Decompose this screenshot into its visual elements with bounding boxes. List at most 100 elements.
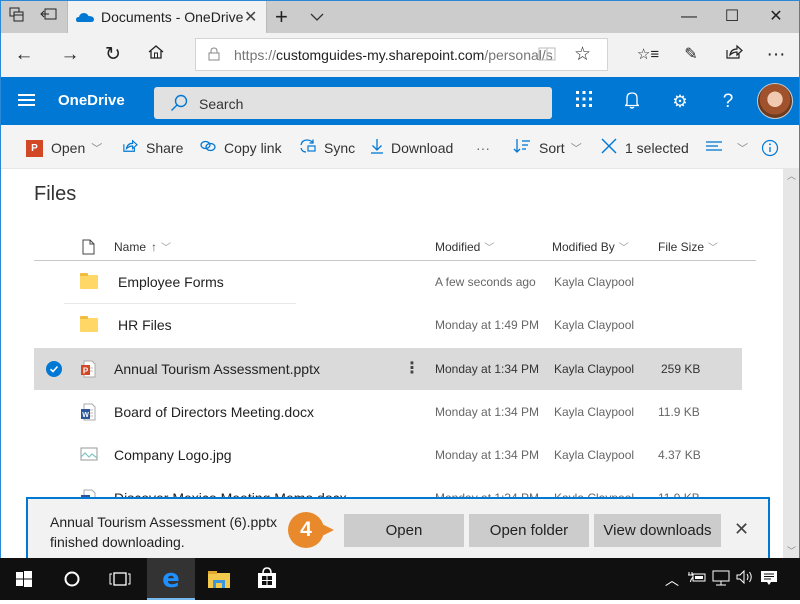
clear-selection-command[interactable]: 1 selected: [601, 138, 689, 158]
step-number: 4: [288, 512, 324, 548]
microsoft-store-icon[interactable]: [243, 558, 291, 600]
settings-gear-icon[interactable]: ⚙: [669, 91, 691, 113]
chevron-down-icon: ﹀: [708, 243, 719, 254]
lock-icon: [208, 47, 220, 61]
more-commands-icon[interactable]: ···: [476, 138, 490, 158]
file-name[interactable]: HR Files: [118, 317, 172, 333]
file-modified-by: Kayla Claypool: [554, 318, 635, 332]
close-window-icon[interactable]: ✕: [756, 5, 796, 29]
action-center-notifications-icon[interactable]: [760, 570, 778, 589]
powerpoint-icon: P: [26, 139, 43, 157]
file-type-header-icon[interactable]: [82, 239, 95, 255]
file-row[interactable]: Employee Forms A few seconds ago Kayla C…: [34, 261, 742, 303]
download-command[interactable]: Download: [371, 138, 453, 158]
downloaded-file-name: Annual Tourism Assessment (6).pptx: [50, 514, 277, 530]
reading-view-icon[interactable]: [538, 46, 556, 62]
home-icon[interactable]: [143, 43, 169, 67]
network-icon[interactable]: [712, 570, 730, 589]
file-name[interactable]: Company Logo.jpg: [114, 447, 232, 463]
tabs-set-aside-restore-icon[interactable]: [39, 7, 59, 27]
tab-documents-onedrive[interactable]: Documents - OneDrive ✕: [67, 1, 267, 33]
start-windows-icon[interactable]: [0, 558, 48, 600]
file-row[interactable]: Company Logo.jpg Monday at 1:34 PM Kayla…: [34, 434, 742, 476]
vertical-scrollbar[interactable]: ︿ ﹀: [783, 169, 799, 558]
back-icon[interactable]: ←: [11, 43, 37, 67]
column-header-name[interactable]: Name ↑ ﹀: [114, 239, 171, 255]
notifications-bell-icon[interactable]: [621, 91, 643, 113]
file-modified: A few seconds ago: [435, 275, 536, 289]
file-row[interactable]: HR Files Monday at 1:49 PM Kayla Claypoo…: [34, 304, 742, 346]
file-name[interactable]: Employee Forms: [118, 274, 224, 290]
share-page-icon[interactable]: [721, 43, 747, 67]
minimize-icon[interactable]: —: [669, 5, 709, 29]
modified-by-header-label: Modified By: [552, 239, 615, 254]
download-status: finished downloading.: [50, 534, 185, 550]
file-modified: Monday at 1:34 PM: [435, 448, 540, 462]
copy-link-command[interactable]: Copy link: [200, 138, 282, 158]
open-folder-button[interactable]: Open folder: [469, 514, 589, 547]
info-pane-icon[interactable]: [761, 138, 779, 158]
file-row-selected[interactable]: P Annual Tourism Assessment.pptx ⋮ Monda…: [34, 348, 742, 390]
tab-bar: Documents - OneDrive ✕ + — ☐ ✕: [1, 1, 799, 33]
view-options-command[interactable]: ﹀: [705, 138, 748, 158]
help-icon[interactable]: ?: [717, 91, 739, 113]
refresh-icon[interactable]: ↻: [100, 43, 126, 67]
share-command[interactable]: Share: [122, 138, 183, 158]
search-box[interactable]: Search: [154, 87, 552, 119]
docx-file-icon: W: [80, 403, 98, 421]
settings-more-icon[interactable]: ···: [763, 43, 789, 67]
column-header-modified[interactable]: Modified ﹀: [435, 239, 494, 255]
maximize-icon[interactable]: ☐: [712, 5, 752, 29]
url-text[interactable]: https://customguides-my.sharepoint.com/p…: [234, 47, 553, 63]
chevron-down-icon: ﹀: [618, 243, 629, 254]
svg-text:P: P: [83, 367, 89, 376]
new-tab-icon[interactable]: +: [275, 4, 288, 30]
app-waffle-icon[interactable]: [573, 91, 595, 113]
open-command[interactable]: P Open ﹀: [26, 138, 102, 158]
show-hidden-icons-chevron[interactable]: ︿: [665, 570, 679, 590]
address-bar[interactable]: https://customguides-my.sharepoint.com/p…: [195, 38, 608, 71]
more-actions-icon[interactable]: ⋮: [404, 358, 420, 378]
onedrive-brand[interactable]: OneDrive: [58, 92, 125, 109]
open-label: Open: [51, 140, 86, 156]
view-downloads-button[interactable]: View downloads: [594, 514, 721, 547]
row-selected-checkmark-icon[interactable]: [46, 361, 62, 377]
search-placeholder: Search: [199, 96, 244, 112]
sync-command[interactable]: Sync: [298, 138, 355, 158]
chevron-down-icon: ﹀: [570, 143, 582, 155]
scroll-up-icon[interactable]: ︿: [787, 169, 796, 182]
image-file-icon: [80, 446, 98, 464]
edge-browser-taskbar-icon[interactable]: e: [147, 558, 195, 600]
sort-icon: [513, 138, 531, 159]
chevron-down-icon: ﹀: [737, 143, 748, 155]
app-launcher-menu-icon[interactable]: [18, 94, 35, 106]
file-size: 4.37 KB: [658, 448, 701, 462]
sort-command[interactable]: Sort ﹀: [513, 138, 582, 158]
user-avatar[interactable]: [757, 83, 793, 119]
sort-label: Sort: [539, 140, 565, 156]
file-name[interactable]: Board of Directors Meeting.docx: [114, 404, 314, 420]
web-notes-pen-icon[interactable]: ✎: [678, 43, 704, 67]
column-header-file-size[interactable]: File Size ﹀: [658, 239, 719, 255]
volume-speaker-icon[interactable]: [736, 569, 754, 587]
file-row[interactable]: W Board of Directors Meeting.docx Monday…: [34, 391, 742, 433]
file-modified-by: Kayla Claypool: [554, 362, 635, 376]
tab-preview-chevron-icon[interactable]: [307, 7, 327, 27]
close-download-bar-icon[interactable]: ✕: [734, 519, 749, 540]
file-name[interactable]: Annual Tourism Assessment.pptx: [114, 361, 320, 377]
battery-power-icon[interactable]: [688, 570, 706, 587]
task-view-icon[interactable]: [96, 558, 144, 600]
close-tab-icon[interactable]: ✕: [244, 7, 257, 27]
scroll-down-icon[interactable]: ﹀: [787, 544, 796, 557]
column-header-modified-by[interactable]: Modified By ﹀: [552, 239, 629, 255]
file-explorer-icon[interactable]: [195, 558, 243, 600]
favorites-hub-icon[interactable]: ☆≡: [635, 43, 661, 67]
tab-set-aside-icon[interactable]: [7, 7, 27, 27]
download-icon: [371, 138, 383, 159]
forward-icon[interactable]: →: [57, 43, 83, 67]
download-message: Annual Tourism Assessment (6).pptx finis…: [50, 512, 277, 552]
step-callout: 4: [288, 512, 334, 548]
open-download-button[interactable]: Open: [344, 514, 464, 547]
cortana-circle-icon[interactable]: [48, 558, 96, 600]
favorite-star-icon[interactable]: ☆: [574, 43, 591, 66]
